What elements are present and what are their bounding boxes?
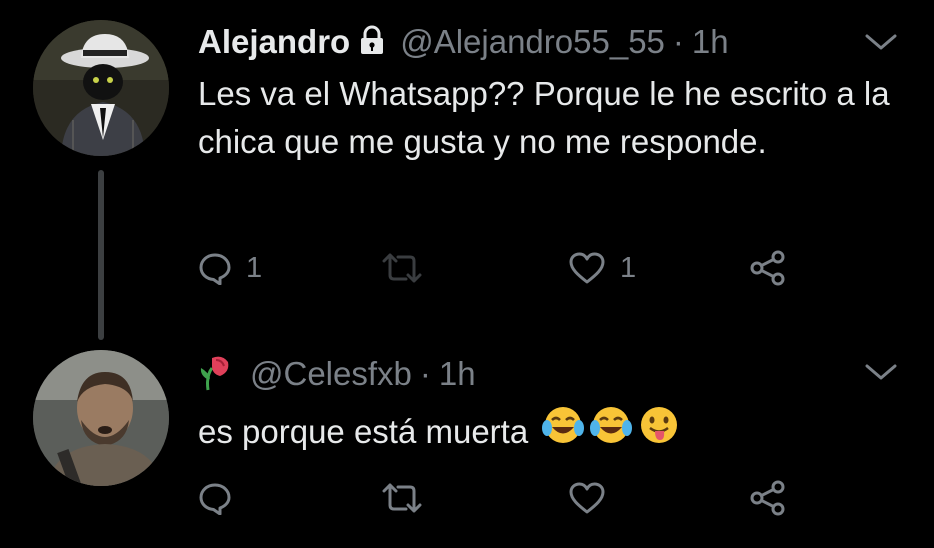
share-icon [748,480,788,516]
face-with-tears-of-joy-icon [590,404,633,459]
handle[interactable]: @Celesfxb [250,355,412,393]
face-with-tongue-icon [638,404,680,459]
share-button[interactable] [748,248,788,288]
handle[interactable]: @Alejandro55_55 [400,23,665,61]
thread-line [98,170,104,340]
tweet[interactable]: Alejandro @Alejandro55_55 · 1h Les va el… [0,0,934,340]
retweet-icon [380,481,424,515]
chevron-down-icon[interactable] [862,30,900,54]
reply-icon [198,251,232,285]
retweet-button[interactable] [380,478,438,518]
retweet-button[interactable] [380,248,438,288]
avatar[interactable] [33,20,169,156]
chevron-down-icon[interactable] [862,360,900,384]
tweet-text: es porque está muerta [198,412,529,450]
action-bar [198,478,798,518]
reply-count: 1 [246,251,263,284]
timestamp[interactable]: 1h [439,355,476,393]
face-with-tears-of-joy-icon [542,404,585,459]
like-button[interactable] [568,478,620,518]
tweet-header: @Celesfxb · 1h [198,352,476,396]
lock-icon [358,25,386,60]
display-name[interactable]: Alejandro [198,23,350,61]
avatar[interactable] [33,350,169,486]
heart-icon [568,251,606,285]
retweet-icon [380,251,424,285]
tweet-text-row: es porque está muerta [198,404,898,459]
share-icon [748,250,788,286]
timestamp[interactable]: 1h [692,23,729,61]
tweet-text: Les va el Whatsapp?? Porque le he escrit… [198,75,890,160]
separator: · [672,23,684,60]
heart-icon [568,481,606,515]
reply-button[interactable] [198,478,246,518]
like-count: 1 [620,251,637,284]
reply-icon [198,481,232,515]
separator: · [419,355,431,392]
action-bar: 1 1 [198,248,798,288]
like-button[interactable]: 1 [568,248,636,288]
wilted-rose-icon [198,352,232,397]
share-button[interactable] [748,478,788,518]
tweet-header: Alejandro @Alejandro55_55 · 1h [198,20,729,64]
reply-button[interactable]: 1 [198,248,262,288]
